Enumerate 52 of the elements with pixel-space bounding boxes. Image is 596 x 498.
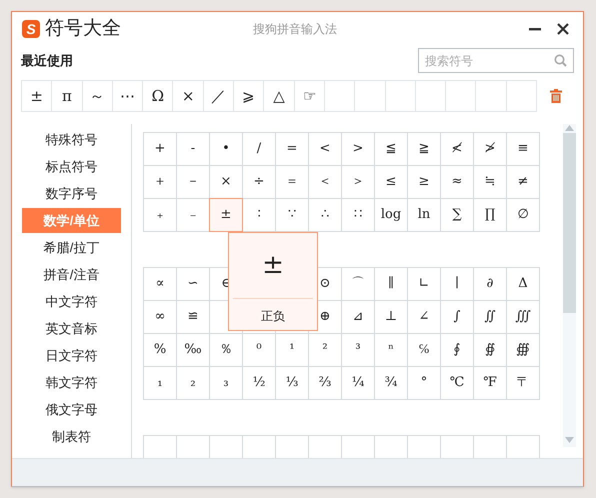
empty-slot <box>414 80 446 112</box>
symbol-cell[interactable]: ± <box>209 198 243 232</box>
scroll-up-icon[interactable] <box>565 125 574 131</box>
logo-icon: S <box>22 20 40 38</box>
symbol-cell[interactable]: ₊ <box>143 198 177 232</box>
empty-slot <box>354 80 386 112</box>
scrollbar-thumb[interactable] <box>563 133 576 313</box>
recent-label: 最近使用 <box>21 52 73 70</box>
symbol-cell[interactable]: 〒 <box>506 366 540 400</box>
category-item[interactable]: 日文字符 <box>22 343 121 368</box>
recent-symbol[interactable]: ☞ <box>294 80 325 112</box>
empty-slot <box>475 80 507 112</box>
category-item[interactable]: 希腊/拉丁 <box>22 235 121 260</box>
search-box[interactable]: 搜索符号 <box>418 48 574 73</box>
category-item[interactable]: 制表符 <box>22 424 121 449</box>
window-title: 符号大全 <box>45 16 121 41</box>
recent-symbol[interactable]: △ <box>263 80 295 112</box>
recent-symbol[interactable]: ⋯ <box>112 80 144 112</box>
empty-slot <box>445 80 476 112</box>
symbol-cell[interactable]: ≡ <box>506 132 540 166</box>
tooltip-symbol: ± <box>262 249 284 282</box>
recent-symbol[interactable]: ／ <box>202 80 234 112</box>
app-name: 搜狗拼音输入法 <box>253 21 337 38</box>
category-item[interactable]: 拼音/注音 <box>22 262 121 287</box>
recent-symbol[interactable]: Ω <box>142 80 174 112</box>
symbol-cell[interactable]: ∅ <box>506 198 540 232</box>
category-item[interactable]: 俄文字母 <box>22 397 121 422</box>
category-item[interactable]: 标点符号 <box>22 154 121 179</box>
category-item[interactable]: 中文字符 <box>22 289 121 314</box>
symbol-cell[interactable]: Δ <box>506 267 540 301</box>
recent-symbol[interactable]: ± <box>21 80 52 112</box>
scroll-down-icon[interactable] <box>565 437 574 443</box>
recent-symbol[interactable]: × <box>172 80 204 112</box>
recent-symbol[interactable]: ～ <box>82 80 113 112</box>
symbol-cell[interactable]: ₁ <box>143 366 177 400</box>
minimize-icon <box>529 28 541 30</box>
recent-symbol[interactable]: ⩾ <box>233 80 264 112</box>
search-field[interactable]: 搜索符号 <box>425 52 554 70</box>
category-item[interactable]: 韩文字符 <box>22 370 121 395</box>
scrollbar[interactable] <box>563 124 576 447</box>
symbol-cell[interactable]: ∝ <box>143 267 177 301</box>
symbol-cell[interactable]: + <box>143 132 177 166</box>
empty-slot <box>384 80 416 112</box>
recent-symbol[interactable]: π <box>51 80 83 112</box>
trash-icon[interactable] <box>550 89 562 103</box>
tooltip-name: 正负 <box>261 308 285 325</box>
category-item[interactable]: 英文音标 <box>22 316 121 341</box>
category-item[interactable]: 特殊符号 <box>22 127 121 152</box>
empty-slot <box>324 80 356 112</box>
search-icon <box>554 54 567 67</box>
empty-slot <box>506 80 538 112</box>
category-item[interactable]: 数字序号 <box>22 181 121 206</box>
